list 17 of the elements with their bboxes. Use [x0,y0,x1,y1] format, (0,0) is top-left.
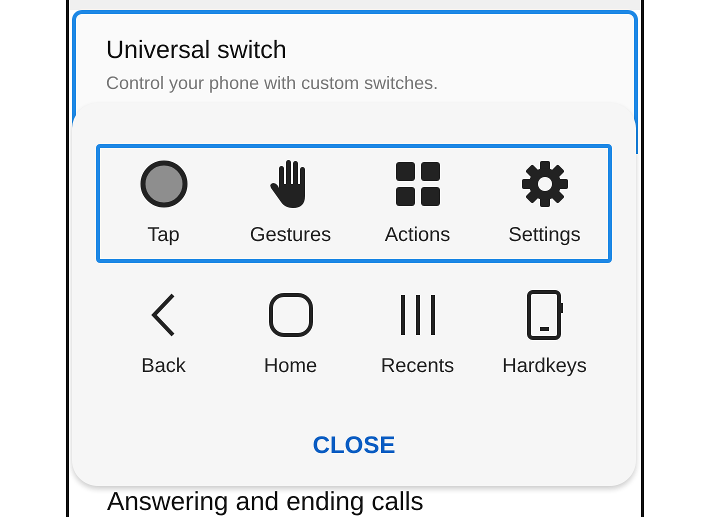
menu-button[interactable]: Home [227,289,354,378]
settings-icon [520,160,568,208]
close-button[interactable]: CLOSE [302,428,406,464]
menu-button[interactable]: Recents [354,289,481,378]
card-subtitle: Control your phone with custom switches. [106,73,440,94]
card-title: Universal switch [106,36,288,65]
list-item-title[interactable]: Answering and ending calls [107,486,424,517]
menu-button[interactable]: Hardkeys [481,289,608,378]
circle-icon [138,159,188,209]
grid-icon [394,161,440,207]
phone-icon [524,289,564,341]
menu-button[interactable]: Gestures [227,158,354,247]
menu-button[interactable]: Back [100,289,227,378]
menu-button[interactable]: Actions [354,158,481,247]
home-icon [268,292,314,338]
menu-button[interactable]: Tap [100,158,227,247]
menu-button[interactable]: Settings [481,158,608,247]
